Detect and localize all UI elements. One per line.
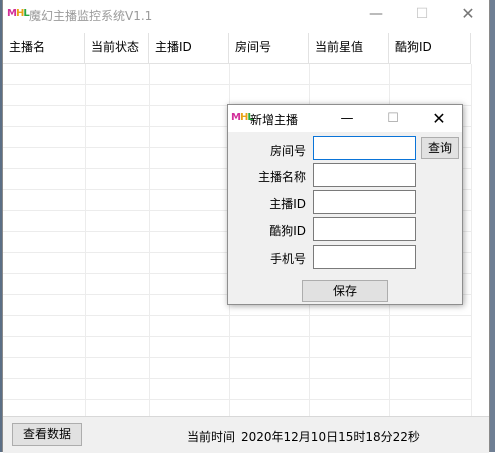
phone-number-input[interactable] bbox=[313, 245, 416, 269]
add-anchor-dialog: MHL 新增主播 — ☐ ✕ 房间号 查询 主播名称 主播ID 酷狗ID 手机号… bbox=[227, 104, 463, 305]
room-number-input[interactable] bbox=[313, 136, 416, 160]
dialog-title: 新增主播 bbox=[250, 113, 299, 127]
current-time-label: 当前时间 bbox=[187, 430, 236, 444]
room-number-label: 房间号 bbox=[269, 144, 306, 158]
kugou-id-input[interactable] bbox=[313, 217, 416, 241]
close-button[interactable]: ✕ bbox=[445, 0, 491, 28]
title-bar[interactable]: MHL 魔幻主播监控系统V1.1 — ☐ ✕ bbox=[3, 0, 489, 28]
column-header-anchor-id[interactable]: 主播ID bbox=[149, 33, 229, 63]
dialog-maximize-button[interactable]: ☐ bbox=[370, 105, 416, 132]
column-header-star-value[interactable]: 当前星值 bbox=[309, 33, 389, 63]
anchor-name-input[interactable] bbox=[313, 163, 416, 187]
save-button[interactable]: 保存 bbox=[302, 280, 388, 302]
app-logo-icon: MHL bbox=[7, 8, 30, 19]
view-data-button[interactable]: 查看数据 bbox=[12, 423, 82, 446]
anchor-name-label: 主播名称 bbox=[257, 170, 306, 184]
column-header-room-number[interactable]: 房间号 bbox=[229, 33, 309, 63]
kugou-id-label: 酷狗ID bbox=[269, 224, 306, 238]
column-divider bbox=[85, 64, 86, 416]
column-header-kugou-id[interactable]: 酷狗ID bbox=[389, 33, 471, 63]
maximize-button[interactable]: ☐ bbox=[399, 0, 445, 28]
query-button[interactable]: 查询 bbox=[421, 137, 459, 159]
table-header: 主播名 当前状态 主播ID 房间号 当前星值 酷狗ID bbox=[3, 33, 471, 64]
bottom-bar: 查看数据 当前时间 2020年12月10日15时18分22秒 bbox=[3, 416, 489, 453]
anchor-id-label: 主播ID bbox=[269, 197, 306, 211]
desktop-edge-right bbox=[490, 0, 495, 452]
minimize-button[interactable]: — bbox=[353, 0, 399, 28]
window-title: 魔幻主播监控系统V1.1 bbox=[29, 9, 153, 23]
current-time-value: 2020年12月10日15时18分22秒 bbox=[241, 430, 420, 444]
anchor-id-input[interactable] bbox=[313, 190, 416, 214]
column-header-status[interactable]: 当前状态 bbox=[85, 33, 149, 63]
column-divider bbox=[149, 64, 150, 416]
dialog-minimize-button[interactable]: — bbox=[324, 105, 370, 132]
phone-number-label: 手机号 bbox=[269, 252, 306, 266]
dialog-title-bar[interactable]: MHL 新增主播 — ☐ ✕ bbox=[228, 105, 462, 132]
dialog-close-button[interactable]: ✕ bbox=[416, 105, 462, 132]
column-divider bbox=[471, 64, 472, 416]
column-header-anchor-name[interactable]: 主播名 bbox=[3, 33, 85, 63]
